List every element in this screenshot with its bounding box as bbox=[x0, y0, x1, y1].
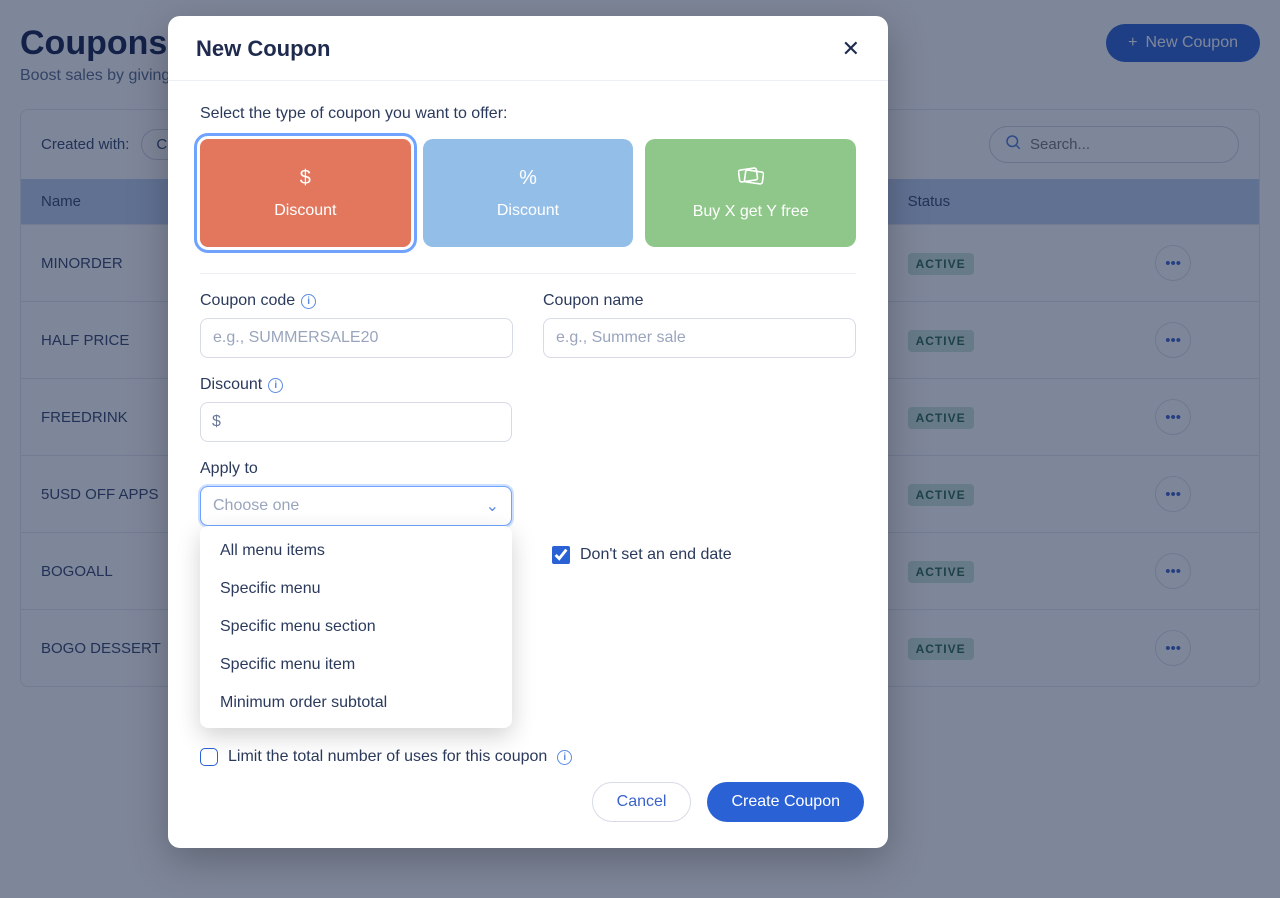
modal-title: New Coupon bbox=[196, 36, 330, 62]
discount-input[interactable] bbox=[200, 402, 512, 442]
type-prompt: Select the type of coupon you want to of… bbox=[200, 105, 856, 123]
close-icon: ✕ bbox=[842, 36, 860, 61]
ticket-icon bbox=[738, 165, 764, 191]
create-coupon-button[interactable]: Create Coupon bbox=[707, 782, 864, 822]
apply-to-option[interactable]: Specific menu bbox=[200, 570, 512, 608]
limit-uses-label: Limit the total number of uses for this … bbox=[228, 748, 547, 766]
percent-icon: % bbox=[519, 167, 537, 190]
apply-to-select[interactable]: Choose one ⌄ bbox=[200, 486, 512, 526]
coupon-name-label: Coupon name bbox=[543, 292, 856, 310]
coupon-name-input[interactable] bbox=[543, 318, 856, 358]
info-icon[interactable]: i bbox=[557, 750, 572, 765]
apply-to-label: Apply to bbox=[200, 460, 856, 478]
coupon-type-percent[interactable]: % Discount bbox=[423, 139, 634, 247]
apply-to-option[interactable]: Minimum order subtotal bbox=[200, 684, 512, 722]
dollar-icon: $ bbox=[300, 167, 311, 190]
close-button[interactable]: ✕ bbox=[842, 36, 860, 62]
coupon-code-label: Coupon code i bbox=[200, 292, 513, 310]
limit-uses-checkbox[interactable] bbox=[200, 748, 218, 766]
info-icon[interactable]: i bbox=[268, 378, 283, 393]
new-coupon-modal: New Coupon ✕ Select the type of coupon y… bbox=[168, 16, 888, 848]
apply-to-placeholder: Choose one bbox=[213, 497, 299, 515]
apply-to-option[interactable]: Specific menu item bbox=[200, 646, 512, 684]
coupon-type-percent-label: Discount bbox=[497, 202, 559, 220]
info-icon[interactable]: i bbox=[301, 294, 316, 309]
no-end-date-label: Don't set an end date bbox=[580, 546, 732, 564]
no-end-date-checkbox[interactable]: Don't set an end date bbox=[552, 546, 732, 564]
coupon-code-input[interactable] bbox=[200, 318, 513, 358]
no-end-date-input[interactable] bbox=[552, 546, 570, 564]
apply-to-option[interactable]: Specific menu section bbox=[200, 608, 512, 646]
discount-label: Discount i bbox=[200, 376, 856, 394]
apply-to-dropdown: All menu itemsSpecific menuSpecific menu… bbox=[200, 526, 512, 728]
coupon-type-bxgy[interactable]: Buy X get Y free bbox=[645, 139, 856, 247]
coupon-type-dollar-label: Discount bbox=[274, 202, 336, 220]
coupon-type-dollar[interactable]: $ Discount bbox=[200, 139, 411, 247]
cancel-button[interactable]: Cancel bbox=[592, 782, 692, 822]
chevron-down-icon: ⌄ bbox=[486, 496, 499, 516]
coupon-type-bxgy-label: Buy X get Y free bbox=[693, 203, 809, 221]
currency-prefix: $ bbox=[212, 413, 221, 431]
apply-to-option[interactable]: All menu items bbox=[200, 532, 512, 570]
